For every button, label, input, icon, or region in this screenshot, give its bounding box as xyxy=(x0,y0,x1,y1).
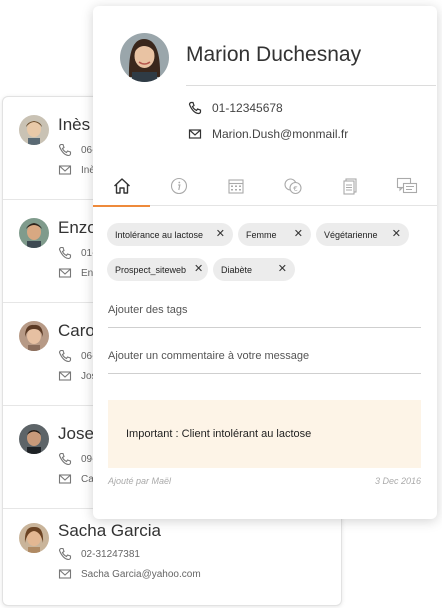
remove-tag-icon[interactable]: ✕ xyxy=(392,229,401,240)
tag-chip: Diabète ✕ xyxy=(213,258,295,281)
tab-home[interactable] xyxy=(93,166,150,207)
contact-phone: 01- xyxy=(58,245,95,261)
home-icon xyxy=(113,178,130,194)
phone-icon xyxy=(188,101,202,115)
phone-icon xyxy=(58,452,72,466)
profile-avatar xyxy=(120,33,169,82)
contact-card[interactable]: Sacha Garcia 02-31247381 Sacha Garcia@ya… xyxy=(3,509,341,605)
mail-icon xyxy=(58,472,72,486)
mail-icon xyxy=(58,369,72,383)
contact-phone: 06- xyxy=(58,348,95,364)
contact-phone: 09- xyxy=(58,451,95,467)
avatar xyxy=(19,523,49,553)
profile-email-value: Marion.Dush@monmail.fr xyxy=(212,127,349,141)
contact-phone: 02-31247381 xyxy=(58,546,140,562)
note-date: 3 Dec 2016 xyxy=(374,476,421,486)
add-tags-input[interactable]: Ajouter des tags xyxy=(108,304,421,328)
profile-name: Marion Duchesnay xyxy=(186,43,362,66)
header-divider xyxy=(186,85,436,86)
mail-icon xyxy=(188,127,202,141)
contact-phone: 06- xyxy=(58,142,95,158)
documents-icon xyxy=(342,178,357,195)
tag-label: Intolérance au lactose xyxy=(115,229,204,240)
profile-phone: 01-12345678 xyxy=(188,99,283,117)
tab-calendar[interactable] xyxy=(207,166,264,206)
svg-text:€: € xyxy=(293,185,297,193)
tag-label: Prospect_siteweb xyxy=(115,264,187,275)
contact-detail-popover: Marion Duchesnay 01-12345678 Marion.Dush… xyxy=(93,6,437,519)
profile-phone-value: 01-12345678 xyxy=(212,101,283,115)
tab-messages[interactable] xyxy=(378,166,435,206)
comment-input[interactable]: Ajouter un commentaire à votre message xyxy=(108,350,421,374)
detail-tabs: € xyxy=(93,166,437,207)
phone-icon xyxy=(58,143,72,157)
note-author: Ajouté par Maël xyxy=(108,476,172,486)
contact-email: Sacha Garcia@yahoo.com xyxy=(58,566,201,582)
phone-icon xyxy=(58,246,72,260)
contact-email: Inè xyxy=(58,162,95,178)
tag-label: Végétarienne xyxy=(324,229,378,240)
tab-documents[interactable] xyxy=(321,166,378,206)
avatar xyxy=(19,115,49,145)
remove-tag-icon[interactable]: ✕ xyxy=(194,264,203,275)
tag-chip: Femme ✕ xyxy=(238,223,311,246)
tag-chip: Intolérance au lactose ✕ xyxy=(107,223,233,246)
calendar-icon xyxy=(227,179,244,194)
coins-icon: € xyxy=(283,178,302,195)
contact-name: Sacha Garcia xyxy=(58,521,161,540)
contact-email: Jos xyxy=(58,368,97,384)
remove-tag-icon[interactable]: ✕ xyxy=(278,264,287,275)
tab-coins[interactable]: € xyxy=(264,166,321,206)
remove-tag-icon[interactable]: ✕ xyxy=(294,229,303,240)
contact-name: Inès xyxy=(58,115,91,134)
contact-email: Car xyxy=(58,471,97,487)
tag-chip: Végétarienne ✕ xyxy=(316,223,409,246)
tab-info[interactable] xyxy=(150,166,207,206)
mail-icon xyxy=(58,163,72,177)
tag-chip: Prospect_siteweb ✕ xyxy=(107,258,208,281)
profile-email: Marion.Dush@monmail.fr xyxy=(188,125,348,143)
avatar xyxy=(19,218,49,248)
contact-name: Enzo xyxy=(58,218,97,237)
remove-tag-icon[interactable]: ✕ xyxy=(216,229,225,240)
note-text: Important : Client intolérant au lactose xyxy=(126,428,312,440)
phone-icon xyxy=(58,547,72,561)
tag-label: Diabète xyxy=(221,264,253,275)
tag-label: Femme xyxy=(246,229,277,240)
info-icon xyxy=(170,177,187,195)
avatar xyxy=(19,321,49,351)
mail-icon xyxy=(58,567,72,581)
avatar xyxy=(19,424,49,454)
messages-icon xyxy=(396,177,417,194)
phone-icon xyxy=(58,349,72,363)
mail-icon xyxy=(58,266,72,280)
note-card: Important : Client intolérant au lactose xyxy=(108,400,421,468)
